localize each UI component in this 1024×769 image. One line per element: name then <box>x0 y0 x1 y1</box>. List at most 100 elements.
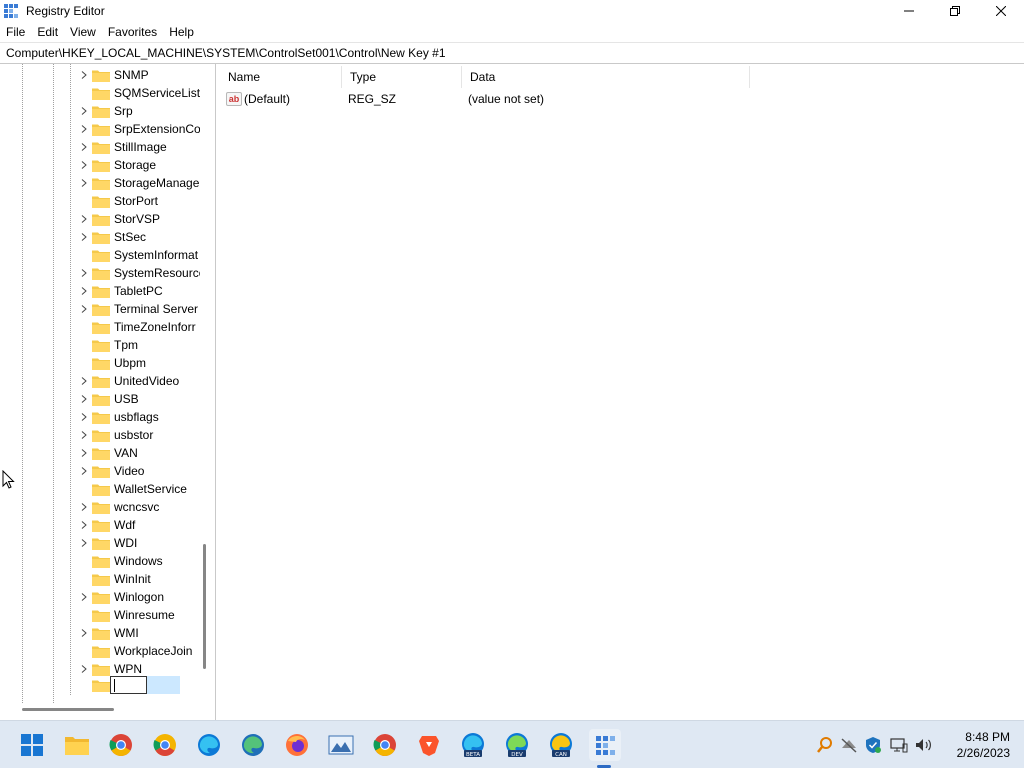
tree-item[interactable]: WalletService <box>0 480 200 498</box>
display-icon[interactable] <box>890 736 908 754</box>
menu-help[interactable]: Help <box>163 22 200 42</box>
chevron-right-icon[interactable] <box>80 287 88 295</box>
rename-key-input[interactable] <box>110 676 147 694</box>
tree-item[interactable]: usbstor <box>0 426 200 444</box>
chevron-right-icon[interactable] <box>80 215 88 223</box>
chevron-right-icon[interactable] <box>80 305 88 313</box>
taskbar-edge[interactable] <box>193 729 225 761</box>
chevron-right-icon[interactable] <box>80 143 88 151</box>
tree-item[interactable]: StSec <box>0 228 200 246</box>
security-shield-icon[interactable] <box>864 736 882 754</box>
chevron-right-icon[interactable] <box>80 377 88 385</box>
tree-item[interactable]: UnitedVideo <box>0 372 200 390</box>
taskbar-file-explorer[interactable] <box>61 729 93 761</box>
chevron-right-icon[interactable] <box>80 467 88 475</box>
chevron-right-icon[interactable] <box>80 521 88 529</box>
search-magnifier-icon[interactable] <box>816 736 834 754</box>
column-header-data[interactable]: Data <box>462 66 750 88</box>
tree-item[interactable]: Video <box>0 462 200 480</box>
tree-item-label: Video <box>114 464 145 478</box>
restore-button[interactable] <box>932 0 978 22</box>
menu-favorites[interactable]: Favorites <box>102 22 163 42</box>
tree-item[interactable]: USB <box>0 390 200 408</box>
tree-item[interactable]: WDI <box>0 534 200 552</box>
menu-edit[interactable]: Edit <box>31 22 64 42</box>
chevron-right-icon[interactable] <box>80 449 88 457</box>
dev-badge-label: DEV <box>511 752 523 758</box>
taskbar-brave[interactable] <box>413 729 445 761</box>
address-bar[interactable]: Computer\HKEY_LOCAL_MACHINE\SYSTEM\Contr… <box>0 42 1024 64</box>
tree-item[interactable]: TabletPC <box>0 282 200 300</box>
tree-item[interactable]: Storage <box>0 156 200 174</box>
tree-item[interactable]: StorageManage <box>0 174 200 192</box>
chevron-right-icon[interactable] <box>80 233 88 241</box>
tree-item[interactable]: usbflags <box>0 408 200 426</box>
tree-item[interactable]: SystemInformat <box>0 246 200 264</box>
chevron-right-icon[interactable] <box>80 503 88 511</box>
minimize-button[interactable] <box>886 0 932 22</box>
taskbar-chrome-canary[interactable] <box>149 729 181 761</box>
tree-item[interactable]: SNMP <box>0 66 200 84</box>
chevron-right-icon[interactable] <box>80 539 88 547</box>
text-caret <box>114 679 115 692</box>
taskbar-edge-beta[interactable]: BETA <box>457 729 489 761</box>
tree-item[interactable]: StillImage <box>0 138 200 156</box>
tree-item[interactable]: wcncsvc <box>0 498 200 516</box>
tree-horizontal-scrollbar[interactable] <box>22 708 114 711</box>
tree-item[interactable]: Wdf <box>0 516 200 534</box>
chevron-right-icon[interactable] <box>80 431 88 439</box>
menu-view[interactable]: View <box>64 22 102 42</box>
tree-item[interactable]: Srp <box>0 102 200 120</box>
chevron-right-icon[interactable] <box>80 125 88 133</box>
taskbar-firefox[interactable] <box>281 729 313 761</box>
registry-editor-app-icon <box>4 4 18 18</box>
folder-icon <box>92 610 110 622</box>
taskbar-chrome-2[interactable] <box>369 729 401 761</box>
title-bar[interactable]: Registry Editor <box>0 0 1024 22</box>
tree-item[interactable]: StorPort <box>0 192 200 210</box>
tree-item[interactable]: SQMServiceList <box>0 84 200 102</box>
taskbar-clock[interactable]: 8:48 PM 2/26/2023 <box>930 729 1010 761</box>
tree-item[interactable]: SystemResource <box>0 264 200 282</box>
chevron-right-icon[interactable] <box>80 413 88 421</box>
chevron-right-icon[interactable] <box>80 395 88 403</box>
tree-vertical-scrollbar[interactable] <box>203 544 206 669</box>
tree-item[interactable]: Winlogon <box>0 588 200 606</box>
start-button[interactable] <box>16 729 48 761</box>
tree-item[interactable]: Tpm <box>0 336 200 354</box>
chevron-right-icon[interactable] <box>80 161 88 169</box>
close-button[interactable] <box>978 0 1024 22</box>
key-tree-pane: SNMP SQMServiceList Srp SrpExtensionCo Still… <box>0 64 216 720</box>
tree-item[interactable]: WinInit <box>0 570 200 588</box>
taskbar-edge-canary[interactable]: CAN <box>545 729 577 761</box>
chevron-right-icon[interactable] <box>80 593 88 601</box>
taskbar-registry-editor[interactable] <box>589 729 621 761</box>
column-header-type[interactable]: Type <box>342 66 462 88</box>
chevron-right-icon[interactable] <box>80 269 88 277</box>
menu-file[interactable]: File <box>0 22 31 42</box>
column-header-name[interactable]: Name <box>220 66 342 88</box>
tree-item[interactable]: TimeZoneInforr <box>0 318 200 336</box>
chevron-right-icon[interactable] <box>80 71 88 79</box>
network-disconnected-icon[interactable] <box>840 736 858 754</box>
taskbar-edge-preview[interactable] <box>237 729 269 761</box>
chevron-right-icon[interactable] <box>80 179 88 187</box>
tree-item[interactable]: Winresume <box>0 606 200 624</box>
tree-item[interactable]: Terminal Server <box>0 300 200 318</box>
tree-item[interactable]: WorkplaceJoin <box>0 642 200 660</box>
chevron-right-icon[interactable] <box>80 665 88 673</box>
tree-item[interactable]: StorVSP <box>0 210 200 228</box>
chevron-right-icon[interactable] <box>80 107 88 115</box>
chevron-right-icon[interactable] <box>80 629 88 637</box>
tree-item[interactable]: Windows <box>0 552 200 570</box>
new-key-row[interactable] <box>0 676 200 694</box>
tree-item[interactable]: SrpExtensionCo <box>0 120 200 138</box>
tree-item[interactable]: Ubpm <box>0 354 200 372</box>
folder-icon <box>92 394 110 406</box>
value-row[interactable]: ab (Default) REG_SZ (value not set) <box>220 90 668 108</box>
taskbar-photos[interactable] <box>325 729 357 761</box>
tree-item[interactable]: VAN <box>0 444 200 462</box>
taskbar-edge-dev[interactable]: DEV <box>501 729 533 761</box>
taskbar-chrome[interactable] <box>105 729 137 761</box>
tree-item[interactable]: WMI <box>0 624 200 642</box>
